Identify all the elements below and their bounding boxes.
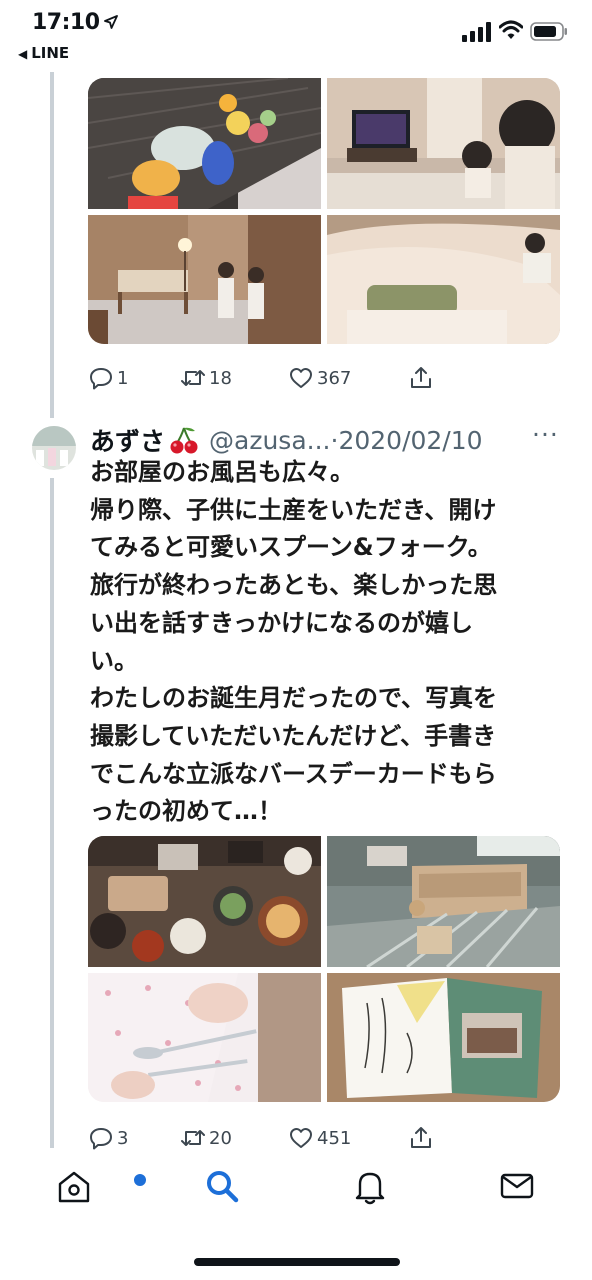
retweet-count: 20 (209, 1127, 232, 1149)
heart-icon (290, 1128, 312, 1148)
tweet-text-line: でこんな立派なバースデーカードもら (90, 759, 497, 788)
search-icon (207, 1171, 239, 1203)
heart-icon (290, 368, 312, 388)
tweet-text-line: い。 (90, 646, 138, 675)
messages-icon (500, 1173, 534, 1199)
nav-messages-button[interactable] (495, 1164, 539, 1208)
back-triangle-icon: ◀ (18, 47, 28, 61)
like-count: 451 (317, 1127, 352, 1149)
reply-count: 1 (117, 367, 129, 389)
share-button[interactable] (408, 360, 437, 396)
thread-connector-line (50, 478, 54, 1148)
futon-bed-photo[interactable] (327, 215, 560, 344)
tweet-text-line: ったの初めて…！ (90, 797, 282, 826)
nav-search-button[interactable] (200, 1164, 244, 1208)
location-arrow-icon (104, 15, 118, 29)
cherry-emoji-icon (170, 427, 198, 454)
back-app-label: LINE (31, 44, 70, 62)
status-time: 17:10 (32, 10, 100, 35)
tweet-text-line: 撮影していただいたんだけど、手書き (90, 721, 497, 750)
back-to-app-button[interactable]: ◀ LINE (18, 44, 69, 62)
retweet-icon (181, 1130, 205, 1146)
more-options-button[interactable]: ··· (532, 420, 559, 449)
tweet-photo-grid (88, 836, 560, 1102)
reply-count: 3 (117, 1127, 129, 1149)
share-icon (411, 1127, 431, 1148)
cellular-signal-icon (462, 22, 491, 42)
share-icon (411, 367, 431, 388)
retweet-icon (181, 370, 205, 386)
toy-basket-photo[interactable] (88, 78, 321, 209)
wifi-icon (499, 20, 523, 39)
unread-dot (132, 1172, 148, 1188)
tweet-text: お部屋のお風呂も広々。 帰り際、子供に土産をいただき、開け てみると可愛いスプー… (90, 454, 560, 831)
tv-room-photo[interactable] (327, 78, 560, 209)
home-icon (58, 1171, 90, 1203)
reply-button[interactable]: 1 (88, 360, 128, 396)
retweet-count: 18 (209, 367, 232, 389)
wooden-bath-photo[interactable] (327, 836, 560, 967)
avatar[interactable] (32, 426, 76, 470)
user-handle[interactable]: @azusa... (209, 426, 330, 455)
nav-notifications-button[interactable] (348, 1164, 392, 1208)
tweet-text-line: 旅行が終わったあとも、楽しかった思 (90, 571, 498, 600)
tweet-text-line: 帰り際、子供に土産をいただき、開け (90, 495, 497, 524)
like-button[interactable]: 367 (288, 360, 351, 396)
notifications-icon (355, 1172, 385, 1205)
tweet-date[interactable]: ·2020/02/10 (331, 426, 483, 455)
retweet-button[interactable]: 18 (180, 360, 232, 396)
display-name[interactable]: あずさ (90, 422, 165, 458)
like-count: 367 (317, 367, 352, 389)
nav-home-button[interactable] (52, 1164, 148, 1208)
tweet-text-line: わたしのお誕生月だったので、写真を (90, 684, 498, 713)
breakfast-photo[interactable] (88, 836, 321, 967)
home-indicator[interactable] (194, 1258, 400, 1266)
spoon-fork-photo[interactable] (88, 973, 321, 1102)
reply-icon (90, 1128, 112, 1150)
tweet-action-bar: 1 18 367 (88, 360, 548, 396)
tweet-photo-grid (88, 78, 560, 344)
reply-icon (90, 368, 112, 390)
tweet-text-line: お部屋のお風呂も広々。 (90, 458, 354, 486)
status-bar: 17:10 ◀ LINE (0, 0, 592, 72)
battery-icon (530, 22, 567, 41)
hallway-kids-photo[interactable] (88, 215, 321, 344)
tweet-text-line: てみると可愛いスプーン&フォーク。 (90, 533, 492, 562)
tweet-text-line: い出を話すきっかけになるのが嬉し (90, 608, 474, 637)
birthday-card-photo[interactable] (327, 973, 560, 1102)
thread-connector-line (50, 72, 54, 418)
